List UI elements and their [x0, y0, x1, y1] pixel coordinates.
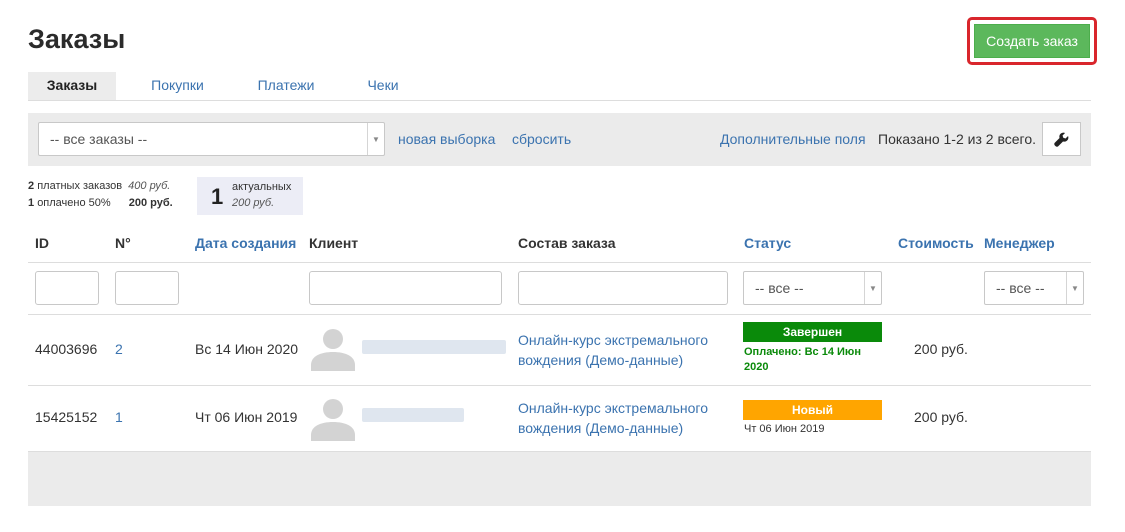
- paid-orders-count: 2: [28, 180, 35, 192]
- paid50-label: оплачено 50%: [37, 197, 111, 209]
- row-divider: [28, 385, 1091, 386]
- filter-divider: [28, 314, 1091, 315]
- status-badge: Завершен: [743, 322, 882, 342]
- avatar-placeholder-icon: [311, 329, 355, 371]
- order-composition-link[interactable]: Онлайн-курс экстремального вождения (Дем…: [518, 398, 723, 438]
- manager-filter-select[interactable]: -- все -- ▼: [984, 271, 1084, 305]
- page-title: Заказы: [28, 24, 126, 54]
- chevron-down-icon: ▼: [367, 123, 384, 155]
- actual-count: 1: [211, 184, 224, 209]
- create-button-highlight: Создать заказ: [967, 17, 1097, 65]
- tab-receipts[interactable]: Чеки: [358, 72, 408, 100]
- actual-sum: 200 руб.: [232, 197, 275, 209]
- tab-payments[interactable]: Платежи: [246, 72, 326, 100]
- table-footer: [28, 452, 1091, 506]
- col-client: Клиент: [309, 235, 359, 251]
- order-composition-link[interactable]: Онлайн-курс экстремального вождения (Дем…: [518, 330, 723, 370]
- new-selection-link[interactable]: новая выборка: [398, 113, 495, 166]
- row-num-link[interactable]: 1: [115, 409, 123, 425]
- status-note: Чт 06 Июн 2019: [744, 423, 825, 435]
- col-id: ID: [35, 235, 49, 251]
- id-filter-input[interactable]: [35, 271, 99, 305]
- col-cost[interactable]: Стоимость: [898, 235, 974, 251]
- composition-filter-input[interactable]: [518, 271, 728, 305]
- row-created: Вс 14 Июн 2020: [195, 341, 299, 357]
- row-id: 15425152: [35, 409, 98, 425]
- shown-count: Показано 1-2 из 2 всего.: [878, 131, 1036, 147]
- chevron-down-icon: ▼: [864, 272, 881, 304]
- col-num: N°: [115, 235, 131, 251]
- col-composition: Состав заказа: [518, 235, 616, 251]
- col-created[interactable]: Дата создания: [195, 235, 296, 251]
- client-name-blurred[interactable]: [362, 408, 464, 422]
- paid50-sum: 200 руб.: [128, 197, 173, 209]
- row-num-link[interactable]: 2: [115, 341, 123, 357]
- status-filter-value: -- все --: [755, 280, 804, 296]
- paid-orders-summary: 2 платных заказов 400 руб.: [28, 180, 170, 192]
- actual-orders-box[interactable]: 1 актуальных 200 руб.: [197, 177, 303, 215]
- status-badge: Новый: [743, 400, 882, 420]
- tab-purchases[interactable]: Покупки: [136, 72, 219, 100]
- create-order-button[interactable]: Создать заказ: [974, 24, 1090, 58]
- client-filter-input[interactable]: [309, 271, 502, 305]
- paid50-count: 1: [28, 197, 35, 209]
- tab-orders[interactable]: Заказы: [28, 72, 116, 100]
- header-divider: [28, 262, 1091, 263]
- tabs-bar: Заказы Покупки Платежи Чеки: [28, 72, 1091, 101]
- extra-fields-link[interactable]: Дополнительные поля: [720, 113, 866, 166]
- manager-filter-value: -- все --: [996, 280, 1045, 296]
- orders-filter-select[interactable]: -- все заказы -- ▼: [38, 122, 385, 156]
- orders-filter-value: -- все заказы --: [50, 131, 148, 147]
- status-note: Оплачено: Вс 14 Июн 2020: [744, 346, 861, 373]
- paid-orders-label: платных заказов: [37, 180, 123, 192]
- wrench-icon: [1054, 132, 1069, 147]
- status-filter-select[interactable]: -- все -- ▼: [743, 271, 882, 305]
- reset-link[interactable]: сбросить: [512, 113, 571, 166]
- row-cost: 200 руб.: [914, 341, 968, 357]
- row-created: Чт 06 Июн 2019: [195, 409, 298, 425]
- avatar-placeholder-icon: [311, 399, 355, 441]
- paid50-summary: 1 оплачено 50% 200 руб.: [28, 197, 173, 209]
- row-cost: 200 руб.: [914, 409, 968, 425]
- actual-label: актуальных: [232, 181, 292, 193]
- settings-button[interactable]: [1042, 122, 1081, 156]
- col-status[interactable]: Статус: [744, 235, 791, 251]
- paid-orders-sum: 400 руб.: [128, 180, 171, 192]
- filter-bar: -- все заказы -- ▼ новая выборка сбросит…: [28, 113, 1091, 166]
- num-filter-input[interactable]: [115, 271, 179, 305]
- row-id: 44003696: [35, 341, 98, 357]
- chevron-down-icon: ▼: [1066, 272, 1083, 304]
- col-manager[interactable]: Менеджер: [984, 235, 1055, 251]
- client-name-blurred[interactable]: [362, 340, 506, 354]
